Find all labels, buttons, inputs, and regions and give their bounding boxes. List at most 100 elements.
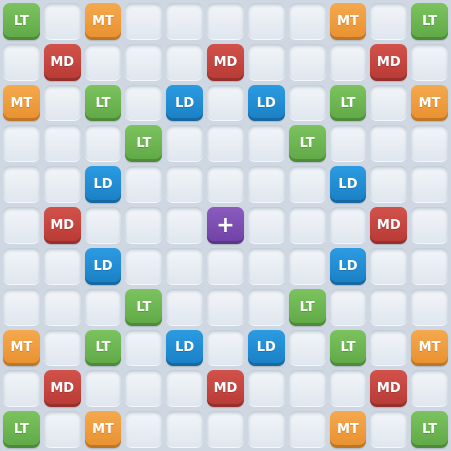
board-cell[interactable] [43, 166, 81, 204]
board-cell[interactable] [125, 43, 163, 81]
board-cell[interactable] [288, 166, 326, 204]
word-triple-tile[interactable]: MT [3, 84, 40, 122]
board-cell[interactable] [207, 166, 244, 204]
board-cell[interactable] [125, 370, 163, 408]
board-cell[interactable] [370, 329, 408, 367]
board-cell[interactable] [43, 84, 81, 122]
letter-triple-tile[interactable]: LT [125, 125, 163, 163]
word-double-tile[interactable]: MD [207, 370, 244, 408]
letter-double-tile[interactable]: LD [166, 84, 204, 122]
word-double-tile[interactable]: MD [43, 370, 81, 408]
board-cell[interactable] [247, 207, 285, 244]
board-cell[interactable] [125, 3, 163, 40]
letter-triple-tile[interactable]: LT [288, 125, 326, 163]
board-cell[interactable] [207, 84, 244, 122]
board-cell[interactable] [329, 125, 367, 163]
board-cell[interactable] [84, 288, 122, 326]
board-cell[interactable] [207, 288, 244, 326]
board-cell[interactable] [288, 84, 326, 122]
board-cell[interactable] [3, 288, 40, 326]
board-cell[interactable] [411, 207, 448, 244]
board-cell[interactable] [411, 125, 448, 163]
word-double-tile[interactable]: MD [370, 207, 408, 244]
board-cell[interactable] [125, 166, 163, 204]
letter-triple-tile[interactable]: LT [329, 84, 367, 122]
board-cell[interactable] [207, 125, 244, 163]
board-cell[interactable] [84, 43, 122, 81]
letter-triple-tile[interactable]: LT [3, 411, 40, 448]
board-cell[interactable] [166, 288, 204, 326]
word-triple-tile[interactable]: MT [329, 3, 367, 40]
letter-triple-tile[interactable]: LT [411, 411, 448, 448]
board-cell[interactable] [166, 247, 204, 285]
board-cell[interactable] [3, 370, 40, 408]
board-cell[interactable] [43, 247, 81, 285]
board-cell[interactable] [207, 411, 244, 448]
word-triple-tile[interactable]: MT [3, 329, 40, 367]
board-cell[interactable] [207, 247, 244, 285]
board-cell[interactable] [166, 125, 204, 163]
board-cell[interactable] [247, 166, 285, 204]
board-cell[interactable] [329, 207, 367, 244]
board-cell[interactable] [3, 207, 40, 244]
board-cell[interactable] [125, 411, 163, 448]
board-cell[interactable] [3, 125, 40, 163]
letter-double-tile[interactable]: LD [247, 329, 285, 367]
letter-double-tile[interactable]: LD [329, 247, 367, 285]
board-cell[interactable] [329, 370, 367, 408]
letter-triple-tile[interactable]: LT [329, 329, 367, 367]
board-cell[interactable] [3, 43, 40, 81]
board-cell[interactable] [125, 247, 163, 285]
word-double-tile[interactable]: MD [370, 43, 408, 81]
center-star-tile[interactable]: + [207, 207, 244, 244]
board-cell[interactable] [3, 166, 40, 204]
board-cell[interactable] [411, 166, 448, 204]
board-cell[interactable] [43, 329, 81, 367]
board-cell[interactable] [247, 43, 285, 81]
board-cell[interactable] [166, 166, 204, 204]
board-cell[interactable] [166, 3, 204, 40]
board-cell[interactable] [166, 411, 204, 448]
board-cell[interactable] [125, 84, 163, 122]
board-cell[interactable] [411, 247, 448, 285]
word-triple-tile[interactable]: MT [411, 84, 448, 122]
board-cell[interactable] [288, 3, 326, 40]
board-cell[interactable] [370, 84, 408, 122]
word-double-tile[interactable]: MD [370, 370, 408, 408]
board-cell[interactable] [370, 166, 408, 204]
letter-double-tile[interactable]: LD [166, 329, 204, 367]
letter-triple-tile[interactable]: LT [3, 3, 40, 40]
word-triple-tile[interactable]: MT [84, 411, 122, 448]
board-cell[interactable] [3, 247, 40, 285]
board-cell[interactable] [166, 207, 204, 244]
letter-triple-tile[interactable]: LT [411, 3, 448, 40]
board-cell[interactable] [370, 125, 408, 163]
word-triple-tile[interactable]: MT [329, 411, 367, 448]
word-double-tile[interactable]: MD [207, 43, 244, 81]
board-cell[interactable] [84, 207, 122, 244]
board-cell[interactable] [288, 43, 326, 81]
letter-double-tile[interactable]: LD [84, 166, 122, 204]
board-cell[interactable] [43, 411, 81, 448]
board-cell[interactable] [207, 329, 244, 367]
board-cell[interactable] [125, 207, 163, 244]
letter-double-tile[interactable]: LD [329, 166, 367, 204]
board-cell[interactable] [411, 43, 448, 81]
board-cell[interactable] [288, 247, 326, 285]
board-cell[interactable] [166, 370, 204, 408]
board-cell[interactable] [247, 411, 285, 448]
board-cell[interactable] [329, 43, 367, 81]
board-cell[interactable] [411, 370, 448, 408]
board-cell[interactable] [370, 3, 408, 40]
board-cell[interactable] [166, 43, 204, 81]
letter-triple-tile[interactable]: LT [288, 288, 326, 326]
board-cell[interactable] [207, 3, 244, 40]
board-cell[interactable] [288, 370, 326, 408]
board-cell[interactable] [247, 3, 285, 40]
board-cell[interactable] [411, 288, 448, 326]
letter-triple-tile[interactable]: LT [125, 288, 163, 326]
board-cell[interactable] [84, 370, 122, 408]
word-double-tile[interactable]: MD [43, 43, 81, 81]
board-cell[interactable] [43, 3, 81, 40]
letter-triple-tile[interactable]: LT [84, 84, 122, 122]
